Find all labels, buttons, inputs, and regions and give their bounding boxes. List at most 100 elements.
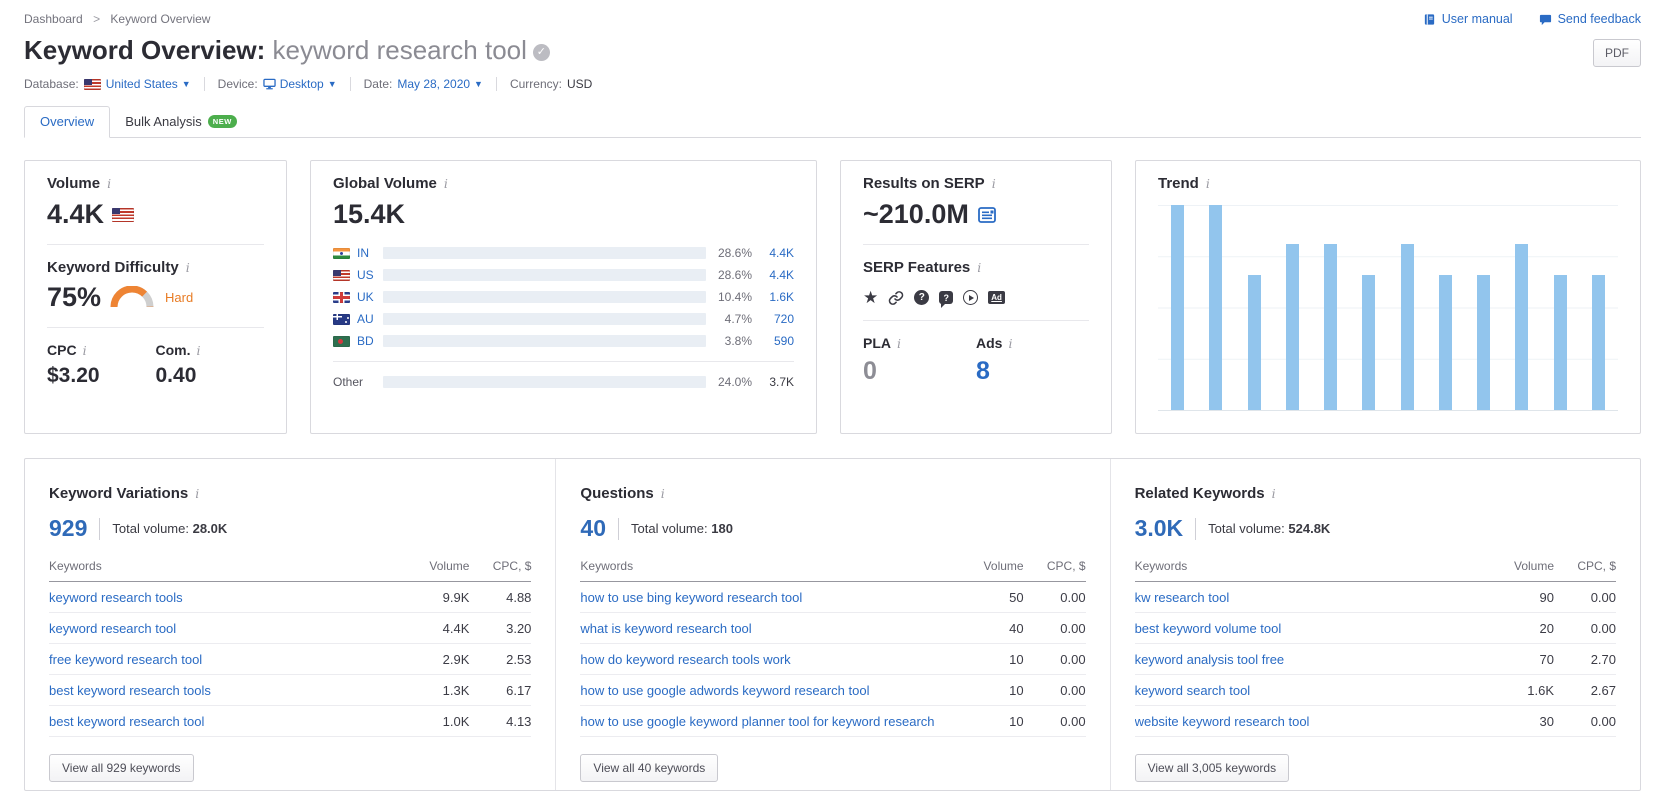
serp-features-title: SERP Features [863,259,970,276]
info-icon[interactable]: i [661,486,665,501]
country-code-link[interactable]: UK [357,290,383,304]
country-code-link[interactable]: AU [357,312,383,326]
tab-overview[interactable]: Overview [24,106,110,138]
country-volume-link[interactable]: 4.4K [752,246,794,260]
country-volume-link[interactable]: 720 [752,312,794,326]
other-volume: 3.7K [752,375,794,389]
keywords-column-header[interactable]: Keywords [49,559,411,573]
info-icon[interactable]: i [83,343,87,358]
info-icon[interactable]: i [186,260,190,275]
keyword-tables-card: Keyword Variations i 929 Total volume: 2… [24,458,1641,791]
keyword-link[interactable]: website keyword research tool [1135,714,1496,729]
keywords-table: Keywords Volume CPC, $ how to use bing k… [580,559,1085,737]
feedback-bubble-icon [1539,13,1552,26]
device-dropdown[interactable]: Desktop ▼ [263,77,337,91]
cpc-column-header[interactable]: CPC, $ [481,559,531,573]
volume-column-header[interactable]: Volume [1496,559,1554,573]
trend-bar [1515,244,1528,410]
video-icon[interactable] [963,290,978,305]
info-icon[interactable]: i [1206,176,1210,191]
keyword-link[interactable]: how to use google keyword planner tool f… [580,714,965,729]
faq-icon[interactable]: ? [939,291,953,304]
cpc-cell: 6.17 [481,683,531,698]
keyword-link[interactable]: how to use google adwords keyword resear… [580,683,965,698]
serp-report-icon[interactable] [977,205,997,225]
keyword-link[interactable]: free keyword research tool [49,652,411,667]
breadcrumb-dashboard[interactable]: Dashboard [24,12,83,26]
keyword-link[interactable]: keyword search tool [1135,683,1496,698]
info-icon[interactable]: i [107,176,111,191]
user-manual-label: User manual [1442,12,1513,26]
info-icon[interactable]: i [195,486,199,501]
keyword-link[interactable]: best keyword research tool [49,714,411,729]
people-also-ask-icon[interactable]: ? [914,290,929,305]
volume-column-header[interactable]: Volume [966,559,1024,573]
country-code-link[interactable]: IN [357,246,383,260]
com-title: Com. [156,342,191,358]
keywords-column-header[interactable]: Keywords [1135,559,1496,573]
tab-bulk-analysis[interactable]: Bulk Analysis new [110,107,252,137]
user-manual-link[interactable]: User manual [1423,12,1513,26]
info-icon[interactable]: i [444,176,448,191]
country-volume-link[interactable]: 1.6K [752,290,794,304]
database-dropdown[interactable]: United States ▼ [106,77,191,91]
table-row: best keyword research tool 1.0K 4.13 [49,706,531,737]
cpc-cell: 2.67 [1566,683,1616,698]
view-all-related-button[interactable]: View all 3,005 keywords [1135,754,1290,782]
view-all-questions-button[interactable]: View all 40 keywords [580,754,718,782]
volume-bar-track [383,291,706,303]
divider [618,518,619,540]
send-feedback-label: Send feedback [1558,12,1641,26]
country-volume-link[interactable]: 4.4K [752,268,794,282]
keyword-link[interactable]: best keyword research tools [49,683,411,698]
cpc-column-header[interactable]: CPC, $ [1566,559,1616,573]
keyword-link[interactable]: kw research tool [1135,590,1496,605]
country-row: US 28.6% 4.4K [333,264,794,286]
volume-column-header[interactable]: Volume [411,559,469,573]
trend-bar [1554,275,1567,410]
in-flag-icon [333,248,350,259]
us-flag-icon [84,79,101,90]
trend-bar [1286,244,1299,410]
info-icon[interactable]: i [977,260,981,275]
au-flag-icon [333,314,350,325]
info-icon[interactable]: i [1008,336,1012,351]
info-icon[interactable]: i [992,176,996,191]
keyword-link[interactable]: keyword research tools [49,590,411,605]
currency-value: USD [567,77,592,91]
country-code-link[interactable]: BD [357,334,383,348]
keyword-link[interactable]: keyword research tool [49,621,411,636]
trend-title: Trend [1158,175,1199,192]
check-circle-icon[interactable]: ✓ [533,44,550,61]
info-icon[interactable]: i [1272,486,1276,501]
total-volume: Total volume: 28.0K [112,521,227,536]
reviews-star-icon[interactable]: ★ [863,289,878,306]
chevron-down-icon: ▼ [328,79,337,89]
cpc-column-header[interactable]: CPC, $ [1036,559,1086,573]
keyword-link[interactable]: keyword analysis tool free [1135,652,1496,667]
serp-features-title-row: SERP Features i [863,259,1089,276]
top-ads-icon[interactable]: Ad [988,291,1005,304]
total-volume-value: 524.8K [1288,521,1330,536]
keyword-link[interactable]: how to use bing keyword research tool [580,590,965,605]
keywords-column-header[interactable]: Keywords [580,559,965,573]
country-code-link[interactable]: US [357,268,383,282]
keyword-link[interactable]: how do keyword research tools work [580,652,965,667]
date-dropdown[interactable]: May 28, 2020 ▼ [397,77,483,91]
keyword-link[interactable]: what is keyword research tool [580,621,965,636]
send-feedback-link[interactable]: Send feedback [1539,12,1641,26]
info-icon[interactable]: i [897,336,901,351]
sitelinks-icon[interactable] [888,290,904,306]
volume-title: Volume [47,175,100,192]
view-all-variations-button[interactable]: View all 929 keywords [49,754,194,782]
country-volume-link[interactable]: 590 [752,334,794,348]
pdf-export-button[interactable]: PDF [1593,39,1641,67]
volume-cell: 10 [966,652,1024,667]
cpc-cell: 2.53 [481,652,531,667]
country-percent: 4.7% [706,312,752,326]
filter-divider [204,77,205,91]
com-value: 0.40 [156,364,265,388]
keyword-link[interactable]: best keyword volume tool [1135,621,1496,636]
info-icon[interactable]: i [197,343,201,358]
divider [99,518,100,540]
